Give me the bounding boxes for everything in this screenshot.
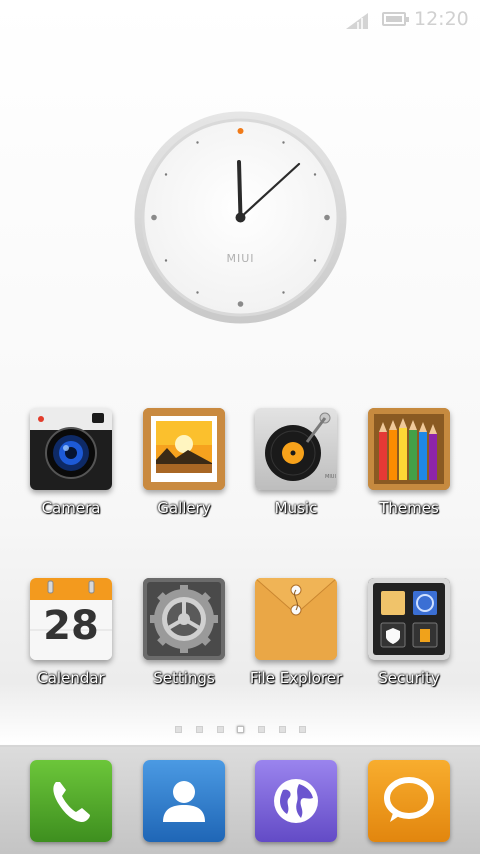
page-dot[interactable] bbox=[196, 726, 203, 733]
page-dot[interactable] bbox=[258, 726, 265, 733]
page-dot[interactable] bbox=[175, 726, 182, 733]
app-label: Settings bbox=[153, 669, 215, 687]
themes-icon bbox=[368, 408, 450, 490]
app-music[interactable]: MIUI Music bbox=[240, 408, 352, 517]
gallery-icon bbox=[143, 408, 225, 490]
page-dot[interactable] bbox=[217, 726, 224, 733]
clock-center bbox=[235, 212, 246, 223]
hour-hand bbox=[237, 160, 243, 220]
app-label: File Explorer bbox=[249, 669, 343, 687]
analog-clock-widget[interactable]: MIUI bbox=[133, 110, 348, 325]
security-icon bbox=[368, 578, 450, 660]
app-calendar[interactable]: 28 Calendar bbox=[15, 578, 127, 687]
battery-icon bbox=[382, 12, 409, 26]
app-security[interactable]: Security bbox=[353, 578, 465, 687]
twelve-marker bbox=[237, 128, 244, 134]
settings-icon bbox=[143, 578, 225, 660]
calendar-date: 28 bbox=[43, 603, 99, 649]
app-settings[interactable]: Settings bbox=[128, 578, 240, 687]
app-label: Camera bbox=[41, 499, 101, 517]
app-camera[interactable]: Camera bbox=[15, 408, 127, 517]
signal-icon bbox=[346, 13, 368, 29]
music-icon: MIUI bbox=[255, 408, 337, 490]
app-themes[interactable]: Themes bbox=[353, 408, 465, 517]
page-dot[interactable] bbox=[279, 726, 286, 733]
file-explorer-icon bbox=[255, 578, 337, 660]
status-time: 12:20 bbox=[414, 8, 469, 30]
app-label: Calendar bbox=[37, 669, 105, 687]
svg-text:MIUI: MIUI bbox=[325, 474, 336, 480]
app-gallery[interactable]: Gallery bbox=[128, 408, 240, 517]
app-file-explorer[interactable]: File Explorer bbox=[240, 578, 352, 687]
page-dot[interactable] bbox=[299, 726, 306, 733]
app-label: Security bbox=[378, 669, 440, 687]
page-dot-active[interactable] bbox=[237, 726, 244, 733]
messaging-icon[interactable] bbox=[368, 760, 450, 842]
app-label: Music bbox=[274, 499, 318, 517]
camera-icon bbox=[30, 408, 112, 490]
status-bar: 12:20 bbox=[0, 0, 480, 40]
browser-icon[interactable] bbox=[255, 760, 337, 842]
contacts-icon[interactable] bbox=[143, 760, 225, 842]
page-indicator bbox=[0, 726, 480, 734]
dock bbox=[0, 747, 480, 854]
phone-icon[interactable] bbox=[30, 760, 112, 842]
app-label: Themes bbox=[379, 499, 439, 517]
calendar-icon: 28 bbox=[30, 578, 112, 660]
app-label: Gallery bbox=[157, 499, 211, 517]
clock-brand: MIUI bbox=[226, 252, 254, 265]
